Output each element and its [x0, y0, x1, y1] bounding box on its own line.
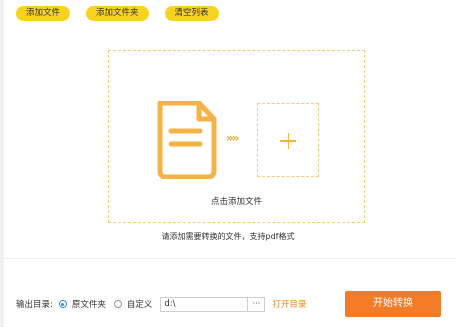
plus-icon[interactable] — [257, 103, 319, 177]
add-folder-button[interactable]: 添加文件夹 — [86, 6, 149, 21]
supported-format-hint: 请添加需要转换的文件，支持pdf格式 — [161, 232, 295, 241]
browse-button[interactable]: ··· — [248, 296, 266, 312]
source-folder-radio[interactable] — [58, 300, 67, 308]
custom-folder-radio[interactable] — [113, 300, 122, 308]
drop-zone-caption: 点击添加文件 — [210, 197, 262, 207]
source-folder-label[interactable]: 原文件夹 — [72, 298, 106, 310]
output-settings: 输出目录: 原文件夹 自定义 ··· 打开目录 — [16, 296, 306, 312]
document-icon — [157, 101, 217, 179]
add-file-button[interactable]: 添加文件 — [16, 6, 71, 21]
clear-list-button[interactable]: 清空列表 — [164, 6, 219, 21]
toolbar: 添加文件 添加文件夹 清空列表 — [16, 6, 219, 22]
output-path-input[interactable] — [160, 296, 249, 312]
file-drop-zone[interactable]: »» 点击添加文件 — [108, 50, 365, 223]
start-convert-button[interactable]: 开始转换 — [345, 291, 441, 317]
output-dir-label: 输出目录: — [16, 300, 53, 310]
open-directory-link[interactable]: 打开目录 — [272, 298, 306, 310]
arrow-right-icon: »» — [226, 131, 239, 145]
custom-folder-label[interactable]: 自定义 — [127, 298, 153, 310]
divider — [0, 258, 456, 259]
left-edge-strip — [0, 0, 4, 327]
